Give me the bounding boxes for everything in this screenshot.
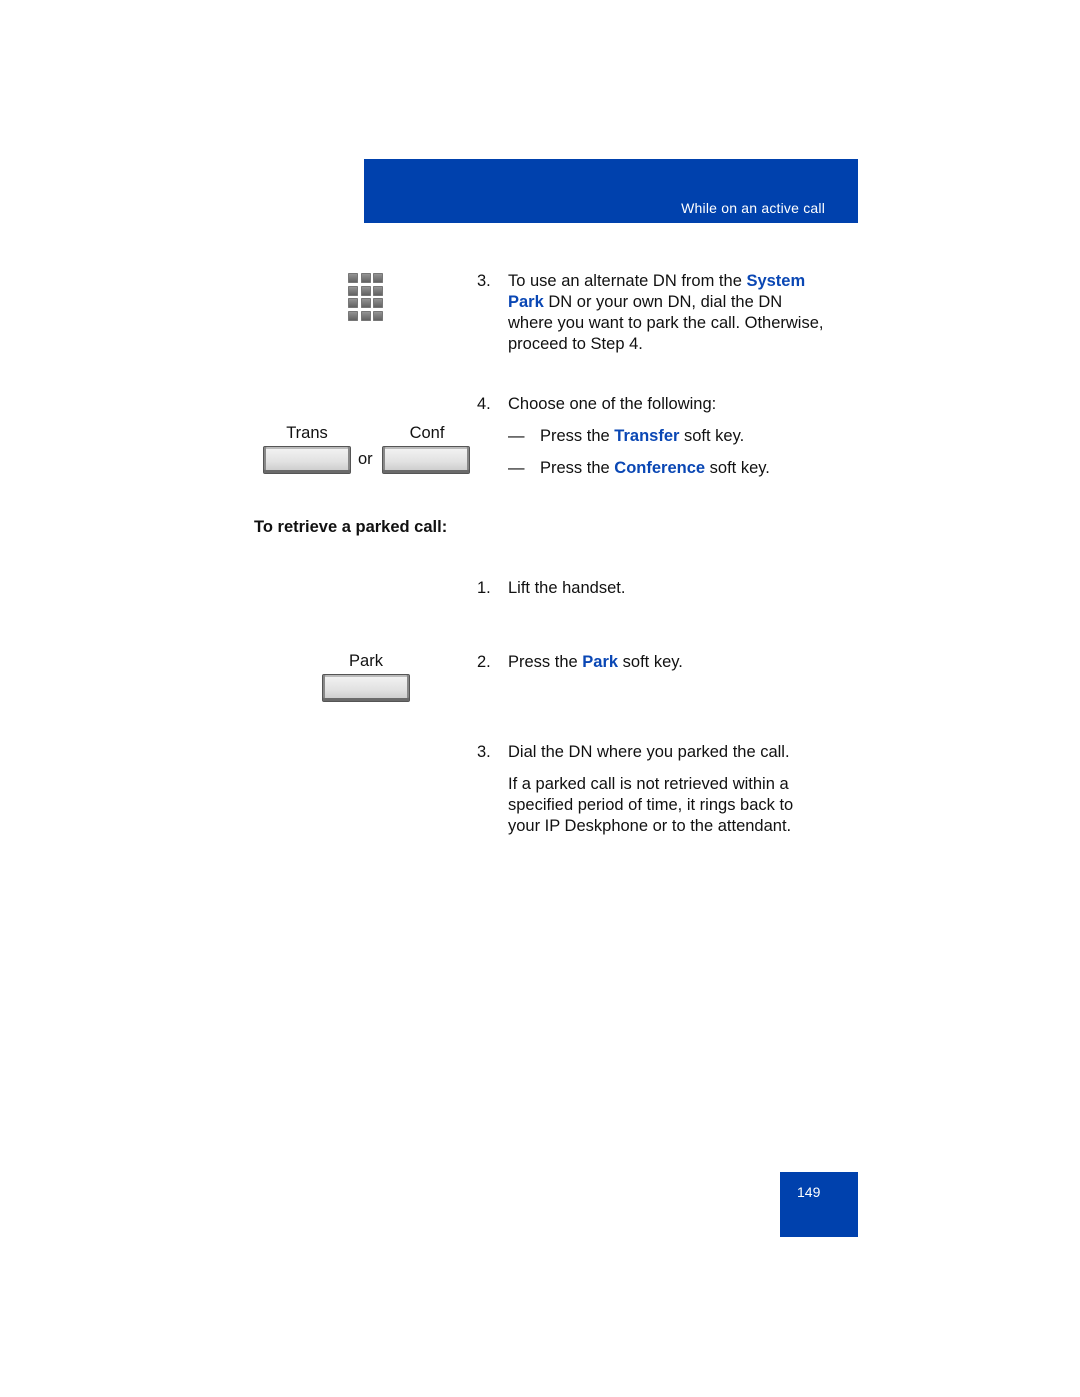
page-number: 149: [797, 1184, 821, 1200]
section-header-bar: While on an active call: [364, 159, 858, 223]
retrieve-step-3-text: Dial the DN where you parked the call.: [508, 743, 790, 761]
transfer-term: Transfer: [614, 427, 680, 445]
step-3-text: To use an alternate DN from the System P…: [508, 272, 824, 353]
retrieve-heading: To retrieve a parked call:: [254, 518, 448, 536]
step-number: 3.: [477, 272, 491, 290]
trans-softkey[interactable]: [263, 446, 351, 474]
step-4-text: Choose one of the following:: [508, 395, 717, 413]
section-title: While on an active call: [681, 200, 825, 216]
retrieve-note: If a parked call is not retrieved within…: [508, 775, 794, 835]
retrieve-step-1-text: Lift the handset.: [508, 579, 626, 597]
park-term: Park: [582, 653, 619, 671]
step-number: 3.: [477, 743, 491, 761]
trans-softkey-label: Trans: [286, 424, 328, 442]
page-number-box: 149: [780, 1172, 858, 1237]
option-transfer: — Press the Transfer soft key.: [508, 427, 745, 445]
or-label: or: [358, 450, 373, 468]
park-softkey[interactable]: [322, 674, 410, 702]
conf-softkey-label: Conf: [409, 424, 445, 442]
conference-term: Conference: [614, 459, 706, 477]
step-number: 2.: [477, 653, 491, 671]
step-number: 1.: [477, 579, 491, 597]
step-number: 4.: [477, 395, 491, 413]
conf-softkey[interactable]: [382, 446, 470, 474]
option-conference: — Press the Conference soft key.: [508, 459, 770, 477]
park-softkey-label: Park: [349, 652, 383, 670]
dialpad-icon: [348, 273, 384, 321]
retrieve-step-2-text: Press the Park soft key.: [508, 653, 683, 671]
